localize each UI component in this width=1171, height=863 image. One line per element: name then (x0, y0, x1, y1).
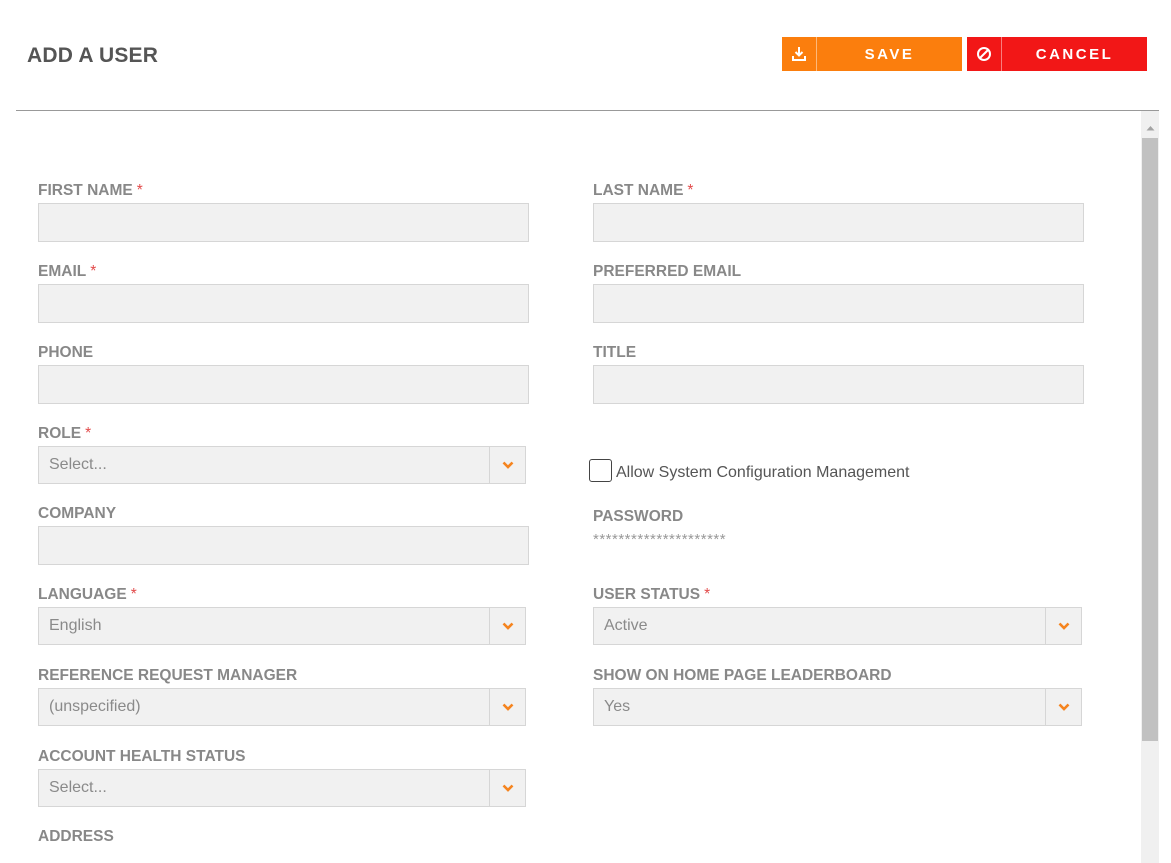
show-on-leaderboard-select[interactable]: Yes (593, 688, 1082, 726)
chevron-down-icon[interactable] (489, 447, 525, 483)
language-select[interactable]: English (38, 607, 526, 645)
scroll-up-arrow-icon[interactable] (1141, 121, 1159, 135)
user-status-label: USER STATUS * (593, 586, 711, 603)
chevron-down-icon[interactable] (489, 770, 525, 806)
preferred-email-field: PREFERRED EMAIL (593, 262, 1084, 323)
company-input[interactable] (38, 526, 529, 565)
required-marker: * (130, 586, 137, 603)
company-field: COMPANY (38, 504, 529, 565)
password-field: PASSWORD ********************* (593, 507, 726, 548)
reference-request-manager-select[interactable]: (unspecified) (38, 688, 526, 726)
page-header: ADD A USER SAVE CANCEL (0, 0, 1171, 111)
address-field: ADDRESS (38, 827, 114, 847)
required-marker: * (90, 263, 97, 280)
email-field: EMAIL * (38, 262, 529, 323)
required-marker: * (687, 182, 694, 199)
show-on-leaderboard-value: Yes (604, 698, 631, 715)
language-field: LANGUAGE * English (38, 585, 526, 645)
account-health-status-select[interactable]: Select... (38, 769, 526, 807)
phone-input[interactable] (38, 365, 529, 404)
preferred-email-input[interactable] (593, 284, 1084, 323)
phone-label: PHONE (38, 344, 94, 361)
chevron-down-icon[interactable] (1045, 689, 1081, 725)
language-label: LANGUAGE * (38, 586, 137, 603)
account-health-status-label: ACCOUNT HEALTH STATUS (38, 748, 246, 765)
scrollbar-thumb[interactable] (1142, 138, 1158, 741)
company-label: COMPANY (38, 505, 117, 522)
download-icon (782, 37, 817, 71)
chevron-down-icon[interactable] (1045, 608, 1081, 644)
first-name-field: FIRST NAME * (38, 181, 529, 242)
language-select-value: English (49, 617, 102, 634)
ban-icon (967, 37, 1002, 71)
reference-request-manager-label: REFERENCE REQUEST MANAGER (38, 667, 298, 684)
preferred-email-label: PREFERRED EMAIL (593, 263, 742, 280)
first-name-input[interactable] (38, 203, 529, 242)
first-name-label: FIRST NAME * (38, 182, 143, 199)
email-input[interactable] (38, 284, 529, 323)
title-label: TITLE (593, 344, 637, 361)
email-label: EMAIL * (38, 263, 97, 280)
chevron-down-icon[interactable] (489, 689, 525, 725)
required-marker: * (136, 182, 143, 199)
address-label: ADDRESS (38, 828, 114, 845)
user-status-select-value: Active (604, 617, 648, 634)
page-title: ADD A USER (27, 44, 159, 67)
last-name-label: LAST NAME * (593, 182, 694, 199)
password-label: PASSWORD (593, 508, 684, 525)
role-label: ROLE * (38, 425, 92, 442)
required-marker: * (704, 586, 711, 603)
cancel-button[interactable]: CANCEL (967, 37, 1147, 71)
reference-request-manager-field: REFERENCE REQUEST MANAGER (unspecified) (38, 666, 526, 726)
last-name-input[interactable] (593, 203, 1084, 242)
required-marker: * (85, 425, 92, 442)
show-on-leaderboard-label: SHOW ON HOME PAGE LEADERBOARD (593, 667, 892, 684)
reference-request-manager-value: (unspecified) (49, 698, 141, 715)
user-status-select[interactable]: Active (593, 607, 1082, 645)
chevron-down-icon[interactable] (489, 608, 525, 644)
role-select[interactable]: Select... (38, 446, 526, 484)
account-health-status-field: ACCOUNT HEALTH STATUS Select... (38, 747, 526, 807)
role-field: ROLE * Select... (38, 424, 526, 484)
user-form: FIRST NAME * LAST NAME * EMAIL * PREFERRED … (0, 111, 1140, 863)
allow-config-option[interactable]: Allow System Configuration Management (589, 459, 909, 482)
show-on-leaderboard-field: SHOW ON HOME PAGE LEADERBOARD Yes (593, 666, 1082, 726)
title-field: TITLE (593, 343, 1084, 404)
title-input[interactable] (593, 365, 1084, 404)
phone-field: PHONE (38, 343, 529, 404)
user-status-field: USER STATUS * Active (593, 585, 1082, 645)
role-select-value: Select... (49, 456, 107, 473)
account-health-status-value: Select... (49, 779, 107, 796)
allow-config-checkbox[interactable] (589, 459, 612, 482)
save-button[interactable]: SAVE (782, 37, 962, 71)
cancel-button-label: CANCEL (1035, 45, 1114, 63)
password-value: ********************* (593, 531, 727, 548)
allow-config-label: Allow System Configuration Management (616, 464, 910, 481)
vertical-scrollbar[interactable] (1141, 111, 1159, 863)
save-button-label: SAVE (864, 45, 915, 63)
last-name-field: LAST NAME * (593, 181, 1084, 242)
